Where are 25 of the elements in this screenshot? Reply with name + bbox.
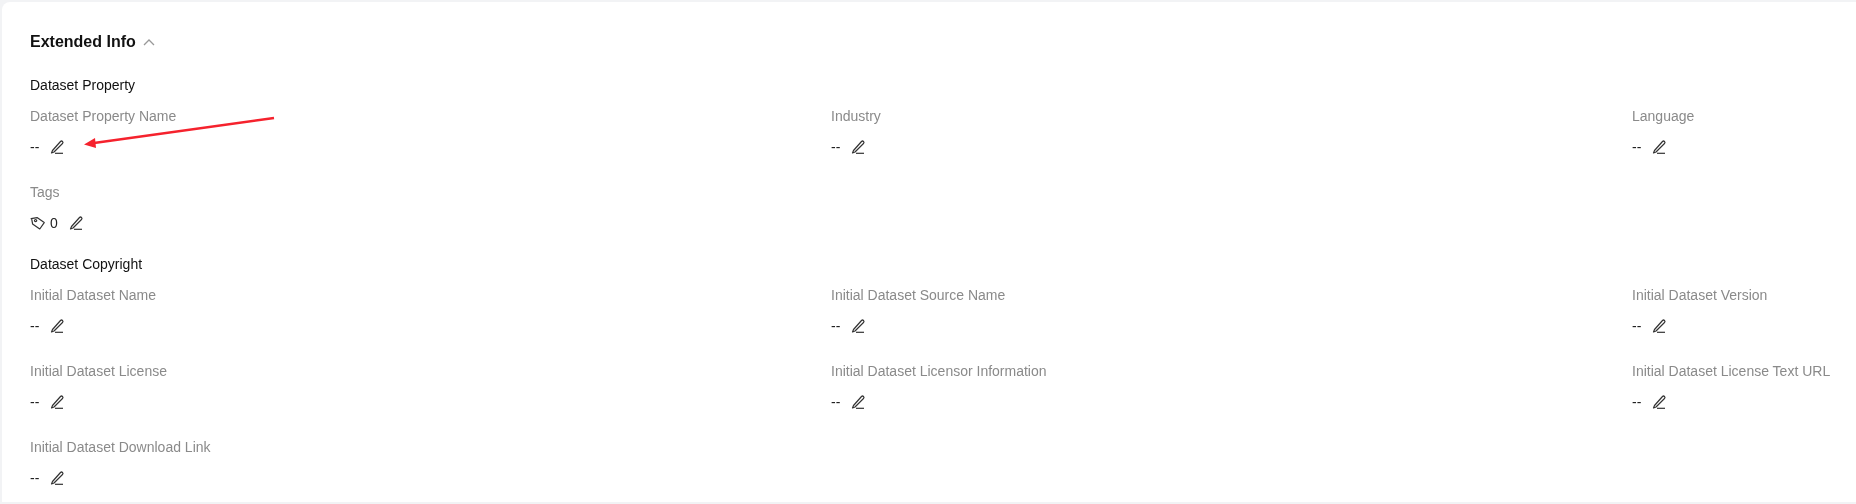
tag-count: 0	[50, 214, 58, 233]
field-label: Tags	[30, 183, 61, 202]
section-title: Dataset Copyright	[30, 255, 144, 274]
field-label: Language	[1632, 107, 1696, 126]
field-value: --	[30, 317, 40, 336]
field-value: --	[30, 393, 40, 412]
field-label: Dataset Property Name	[30, 107, 178, 126]
field-label: Initial Dataset Name	[30, 286, 158, 305]
field-label: Initial Dataset License	[30, 362, 168, 381]
field-label: Industry	[831, 107, 882, 126]
field-value: --	[30, 469, 40, 488]
field-value: --	[831, 138, 841, 157]
field-value: --	[831, 317, 841, 336]
field-value: --	[1632, 393, 1642, 412]
field-label: Initial Dataset Licensor Information	[831, 362, 1048, 381]
field-label: Initial Dataset Version	[1632, 286, 1769, 305]
field-value: --	[30, 138, 40, 157]
field-value: --	[1632, 138, 1642, 157]
field-value: --	[1632, 317, 1642, 336]
field-label: Initial Dataset License Text URL	[1632, 362, 1832, 381]
field-value: --	[831, 393, 841, 412]
card-title: Extended Info	[30, 33, 136, 51]
field-label: Initial Dataset Source Name	[831, 286, 1007, 305]
field-label: Initial Dataset Download Link	[30, 438, 212, 457]
section-title: Dataset Property	[30, 76, 137, 95]
